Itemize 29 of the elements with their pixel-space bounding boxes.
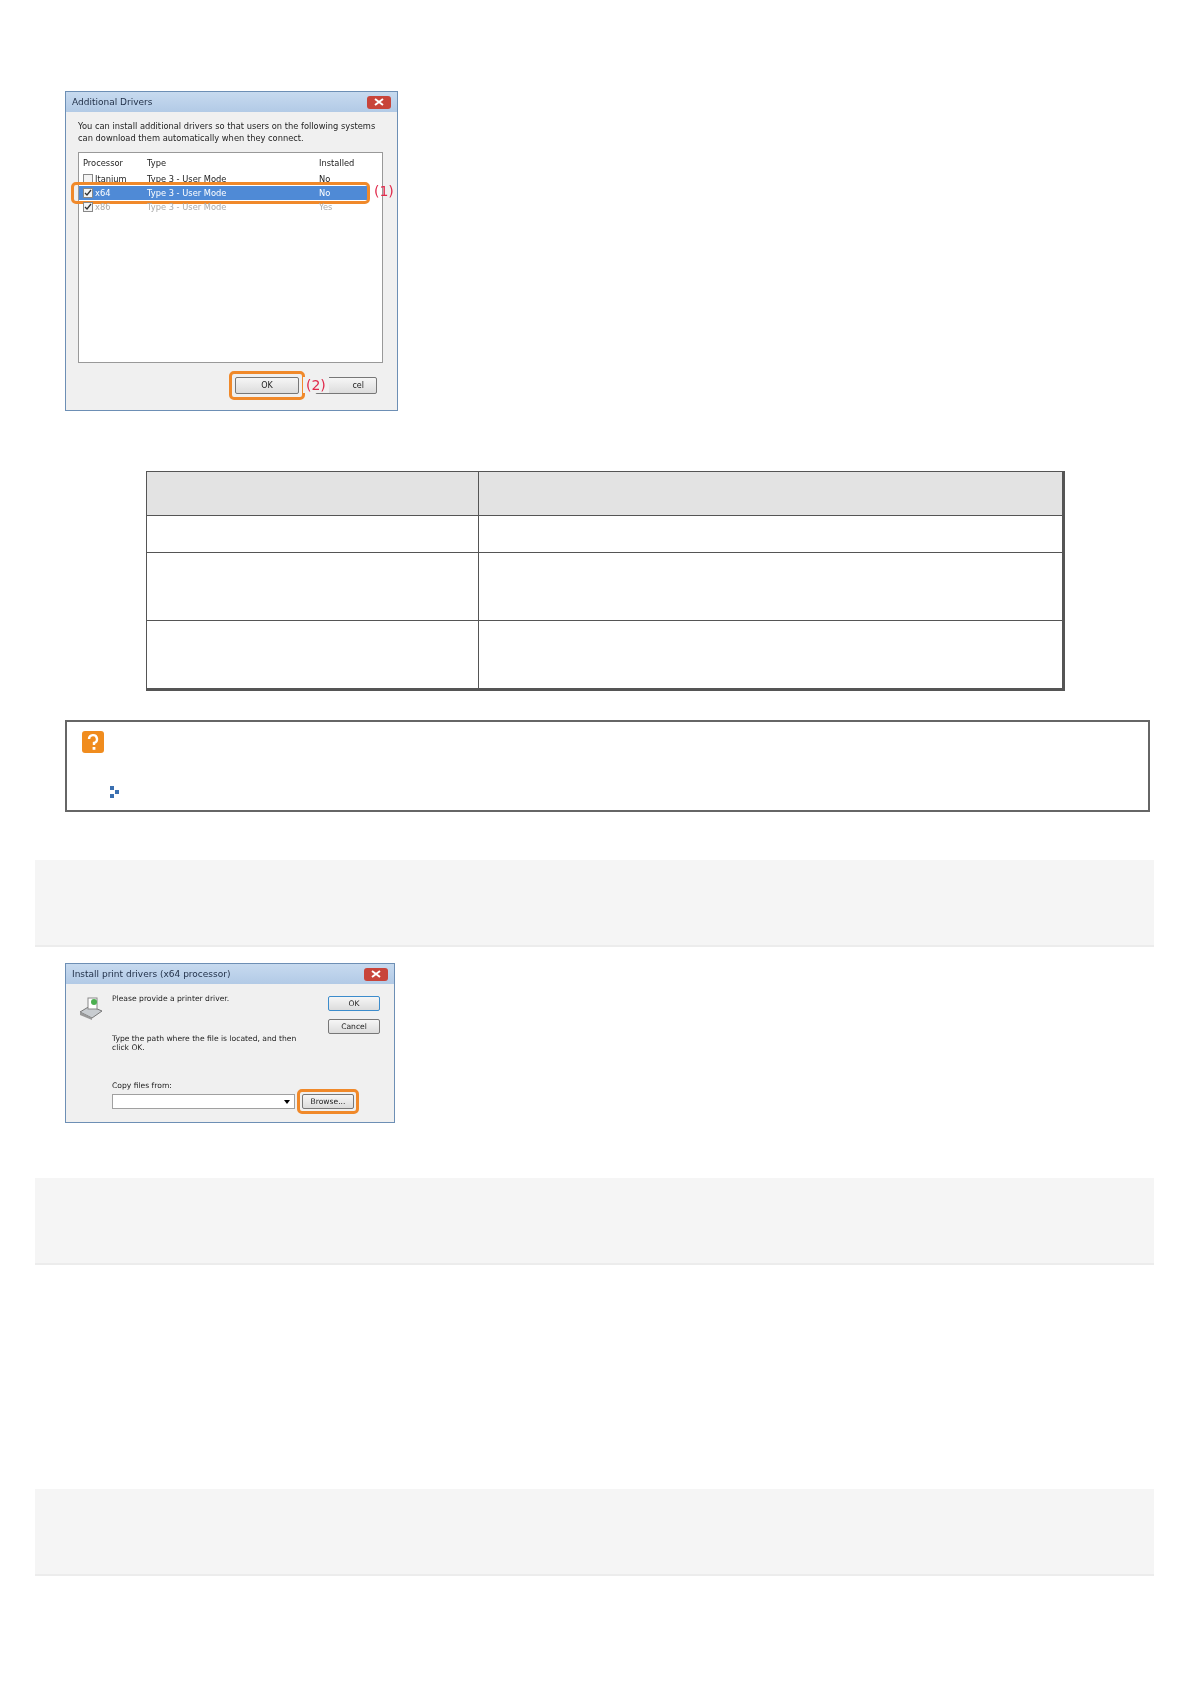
checkbox[interactable] [83, 174, 93, 184]
window-title: Install print drivers (x64 processor) [72, 969, 231, 979]
column-header[interactable]: Type [147, 158, 319, 168]
driver-type: Type 3 - User Mode [147, 202, 228, 212]
printer-icon [78, 996, 104, 1020]
driver-type: Type 3 - User Mode [147, 174, 228, 184]
dialog-button[interactable]: OK [235, 377, 299, 394]
dialog-description: You can install additional drivers so that users on the following systems can download them automatically when they connect. [78, 120, 377, 144]
path-field[interactable] [112, 1094, 295, 1109]
checkbox[interactable] [83, 188, 93, 198]
close-icon [374, 98, 384, 106]
window-title: Additional Drivers [72, 97, 153, 107]
processor-name: Itanium [95, 174, 127, 184]
question-icon [82, 731, 104, 753]
callout-label: (2) [303, 377, 329, 393]
bullet-icon [110, 783, 120, 795]
callout-label: (1) [374, 183, 394, 199]
processor-name: x86 [95, 202, 111, 212]
driver-type: Type 3 - User Mode [147, 188, 228, 198]
installed-status: No [319, 174, 332, 184]
installed-status: Yes [319, 202, 334, 212]
processor-name: x64 [95, 188, 111, 198]
column-header[interactable]: Installed [319, 158, 379, 168]
close-icon [371, 970, 381, 978]
list-row[interactable]: Itanium Type 3 - User Mode No [79, 172, 382, 186]
column-header[interactable]: Processor [83, 158, 147, 168]
close-button[interactable] [367, 95, 391, 109]
dropdown-arrow-icon [284, 1099, 290, 1104]
close-button[interactable] [364, 967, 388, 981]
